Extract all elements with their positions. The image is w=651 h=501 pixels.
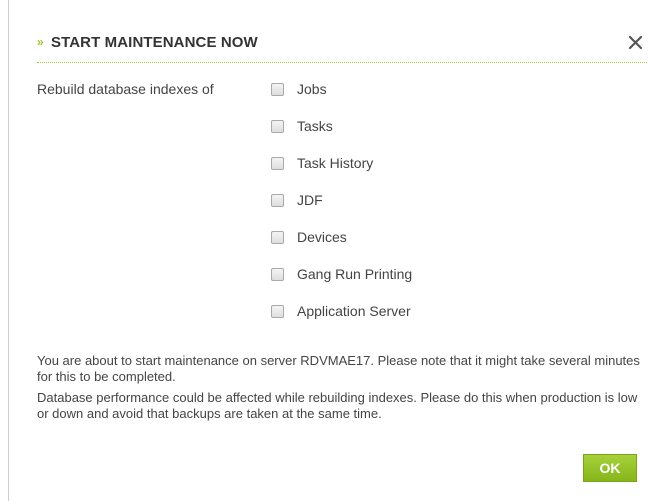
checkbox-task-history-box[interactable] (271, 157, 284, 170)
close-button[interactable] (625, 30, 647, 54)
ok-button[interactable]: OK (583, 454, 637, 482)
dialog-header: » START MAINTENANCE NOW (37, 30, 647, 63)
checkbox-gang-run-printing-box[interactable] (271, 268, 284, 281)
checkbox-jdf[interactable]: JDF (271, 191, 571, 228)
checkbox-devices[interactable]: Devices (271, 228, 571, 265)
checkbox-gang-run-printing-label[interactable]: Gang Run Printing (297, 266, 412, 282)
checkbox-jobs[interactable]: Jobs (271, 80, 571, 117)
checkbox-tasks[interactable]: Tasks (271, 117, 571, 154)
checkbox-application-server-label[interactable]: Application Server (297, 303, 411, 319)
index-checkbox-list: Jobs Tasks Task History JDF Devices Gang… (271, 80, 571, 339)
maintenance-message: You are about to start maintenance on se… (37, 353, 647, 427)
checkbox-jdf-box[interactable] (271, 194, 284, 207)
checkbox-application-server-box[interactable] (271, 305, 284, 318)
performance-warning-text: Database performance could be affected w… (37, 390, 638, 421)
checkbox-application-server[interactable]: Application Server (271, 302, 571, 339)
checkbox-task-history-label[interactable]: Task History (297, 155, 373, 171)
rebuild-indexes-label: Rebuild database indexes of (37, 81, 214, 97)
checkbox-tasks-label[interactable]: Tasks (297, 118, 333, 134)
checkbox-devices-label[interactable]: Devices (297, 229, 347, 245)
checkbox-tasks-box[interactable] (271, 120, 284, 133)
checkbox-jobs-label[interactable]: Jobs (297, 81, 327, 97)
checkbox-jdf-label[interactable]: JDF (297, 192, 323, 208)
maintenance-window: » START MAINTENANCE NOW Rebuild database… (0, 0, 651, 501)
checkbox-jobs-box[interactable] (271, 83, 284, 96)
dialog-title: START MAINTENANCE NOW (51, 34, 258, 51)
checkbox-task-history[interactable]: Task History (271, 154, 571, 191)
checkbox-devices-box[interactable] (271, 231, 284, 244)
checkbox-gang-run-printing[interactable]: Gang Run Printing (271, 265, 571, 302)
maintenance-warning-text: You are about to start maintenance on se… (37, 353, 640, 384)
title-chevron-icon: » (37, 35, 44, 49)
maintenance-dialog: » START MAINTENANCE NOW Rebuild database… (9, 0, 651, 501)
close-icon (628, 35, 643, 50)
